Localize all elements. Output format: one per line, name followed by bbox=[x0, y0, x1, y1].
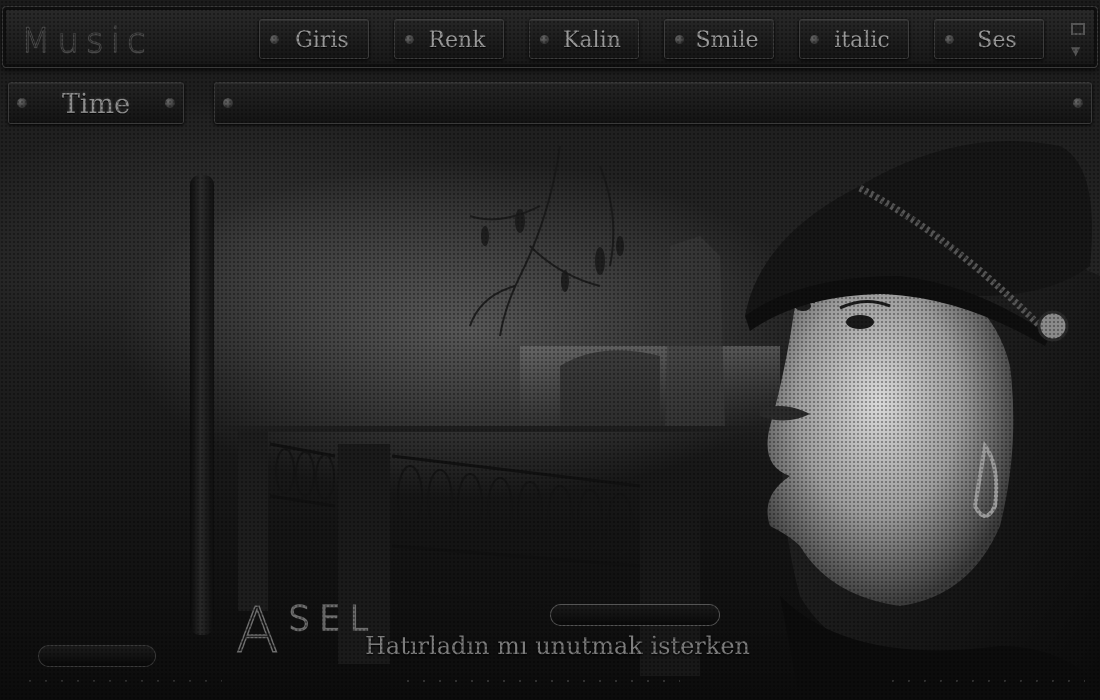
nav-button-renk[interactable]: Renk bbox=[394, 19, 504, 59]
minimize-icon[interactable]: ▼ bbox=[1071, 45, 1085, 57]
nav-button-ses[interactable]: Ses bbox=[934, 19, 1044, 59]
bolt-icon bbox=[223, 98, 233, 108]
nav-button-label: italic bbox=[834, 28, 890, 53]
nav-button-giris[interactable]: Giris bbox=[259, 19, 369, 59]
nav-button-label: Renk bbox=[428, 28, 486, 53]
dot-icon bbox=[945, 35, 954, 44]
nav-button-label: Kalin bbox=[563, 28, 621, 53]
square-icon[interactable] bbox=[1071, 23, 1085, 35]
dot-icon bbox=[540, 35, 549, 44]
dot-icon bbox=[405, 35, 414, 44]
top-menu-bar: Music Giris Renk Kalin Smile italic Ses … bbox=[2, 6, 1098, 68]
app-logo: Music bbox=[21, 21, 153, 62]
vertical-volume-slider[interactable] bbox=[190, 175, 214, 635]
artist-logo-initial: A bbox=[235, 594, 289, 667]
nav-button-smile[interactable]: Smile bbox=[664, 19, 774, 59]
dot-divider-right bbox=[885, 679, 1085, 683]
portrait-woman bbox=[745, 141, 1100, 700]
bolt-icon bbox=[1073, 98, 1083, 108]
dot-icon bbox=[675, 35, 684, 44]
nav-button-kalin[interactable]: Kalin bbox=[529, 19, 639, 59]
song-title: Hatırladın mı unutmak isterken bbox=[365, 632, 750, 660]
nav-button-label: Smile bbox=[695, 28, 759, 53]
dot-divider-center bbox=[400, 679, 680, 683]
time-label: Time bbox=[61, 89, 131, 120]
distant-trees bbox=[560, 350, 660, 426]
music-player-window: Music Giris Renk Kalin Smile italic Ses … bbox=[0, 0, 1100, 700]
dot-icon bbox=[810, 35, 819, 44]
dot-icon bbox=[270, 35, 279, 44]
bolt-icon bbox=[165, 98, 175, 108]
logo-pill-decoration bbox=[550, 604, 720, 626]
nav-button-label: Ses bbox=[977, 28, 1017, 53]
progress-bar[interactable] bbox=[38, 645, 156, 667]
distant-tower bbox=[665, 236, 725, 426]
time-display: Time bbox=[8, 82, 184, 124]
nav-button-italic[interactable]: italic bbox=[799, 19, 909, 59]
leaves bbox=[481, 209, 624, 292]
track-info-bar[interactable] bbox=[214, 82, 1092, 124]
dot-divider-left bbox=[22, 679, 222, 683]
tree-branches bbox=[469, 145, 615, 337]
nav-button-label: Giris bbox=[295, 28, 349, 53]
artist-logo: ASEL bbox=[235, 588, 377, 662]
